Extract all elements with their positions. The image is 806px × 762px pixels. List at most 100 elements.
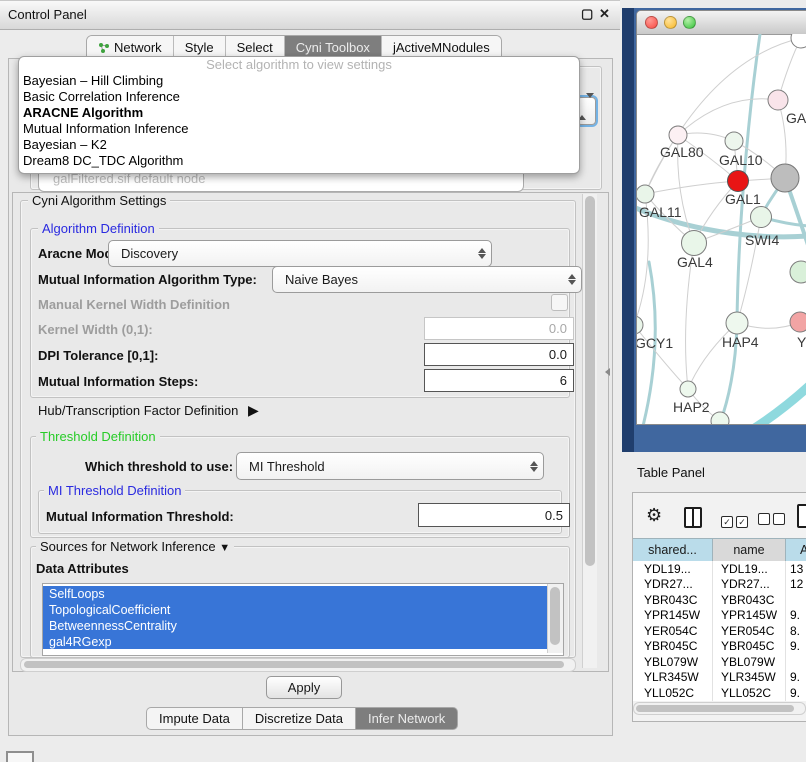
attributes-vscrollbar-thumb[interactable] (550, 587, 560, 645)
cell-value-partial: 9. (785, 670, 805, 684)
table-row[interactable]: YDR27...YDR27...12 (633, 577, 806, 593)
table-hscrollbar-thumb[interactable] (636, 705, 794, 712)
node-salmon[interactable] (790, 312, 806, 332)
dpi-tolerance-label: DPI Tolerance [0,1]: (38, 348, 158, 363)
table-row[interactable]: YLL052CYLL052C9. (633, 685, 806, 701)
node-gal4[interactable] (682, 231, 707, 256)
network-canvas[interactable]: GAL GAL80 GAL10 GAL1 GAL11 SWI4 GAL4 GCY… (637, 34, 806, 424)
cyni-settings-group-title: Cyni Algorithm Settings (28, 193, 170, 208)
aracne-mode-combo[interactable]: Discovery (108, 240, 492, 267)
node-gal80[interactable] (669, 126, 687, 144)
algorithm-option[interactable]: Mutual Information Inference (19, 121, 579, 137)
select-all-checks-icon[interactable]: ✓✓ (721, 512, 751, 530)
bottom-tabs: Impute Data Discretize Data Infer Networ… (146, 707, 458, 730)
column-header-shared-name[interactable]: shared... (633, 538, 713, 562)
node-label: GAL10 (719, 152, 763, 168)
cell-shared-name: YLL052C (633, 686, 712, 700)
gear-icon[interactable]: ⚙ (646, 505, 662, 526)
node-partial-top[interactable] (791, 34, 806, 48)
algorithm-popup-placeholder: Select algorithm to view settings (19, 57, 579, 73)
kernel-width-field[interactable]: 0.0 (424, 317, 574, 340)
column-header-partial[interactable]: A (786, 538, 806, 562)
minimize-traffic-light[interactable] (664, 16, 677, 29)
node-gray-hub[interactable] (771, 164, 799, 192)
hub-definition-toggle[interactable]: Hub/Transcription Factor Definition ▶ (38, 402, 259, 419)
which-threshold-combo[interactable]: MI Threshold (236, 452, 544, 480)
expand-arrow-icon: ▶ (242, 402, 259, 418)
table-row[interactable]: YBR045CYBR045C9. (633, 639, 806, 655)
network-window-titlebar[interactable] (637, 11, 806, 35)
mi-threshold-field[interactable]: 0.5 (418, 503, 570, 527)
attribute-item-selected[interactable]: TopologicalCoefficient (43, 602, 547, 618)
attribute-item-selected[interactable]: BetweennessCentrality (43, 618, 547, 634)
table-row[interactable]: YBL079WYBL079W (633, 654, 806, 670)
cell-name: YBR043C (712, 593, 785, 607)
node-partial-bottom[interactable] (711, 412, 729, 424)
node-label: HAP4 (722, 334, 759, 350)
cell-value-partial: 9. (785, 639, 805, 653)
network-icon (98, 42, 110, 54)
node-gal10[interactable] (725, 132, 743, 150)
attribute-item-selected[interactable]: gal4RGexp (43, 634, 547, 649)
apply-button[interactable]: Apply (266, 676, 342, 699)
mi-threshold-group-title: MI Threshold Definition (44, 483, 185, 498)
attribute-item-selected[interactable]: SelfLoops (43, 586, 547, 602)
tab-impute-data[interactable]: Impute Data (146, 707, 242, 730)
cell-shared-name: YBL079W (633, 655, 712, 669)
algorithm-option[interactable]: Bayesian – Hill Climbing (19, 73, 579, 89)
manual-kernel-width-checkbox[interactable] (551, 294, 568, 311)
data-attributes-list: SelfLoops TopologicalCoefficient Between… (42, 583, 564, 656)
screen: Control Panel ▢ ✕ Network Style Select C… (0, 0, 806, 762)
node-hap2[interactable] (680, 381, 696, 397)
close-panel-icon[interactable]: ✕ (599, 6, 610, 22)
settings-vscrollbar[interactable] (582, 194, 597, 668)
node-swi4[interactable] (751, 207, 772, 228)
cell-value-partial: 12 (785, 577, 805, 591)
table-hscrollbar[interactable] (633, 702, 806, 715)
table-row[interactable]: YLR345WYLR345W9. (633, 670, 806, 686)
mi-algorithm-type-combo[interactable]: Naive Bayes (272, 266, 582, 293)
close-traffic-light[interactable] (645, 16, 658, 29)
cell-name: YBL079W (712, 655, 785, 669)
mi-algorithm-type-label: Mutual Information Algorithm Type: (38, 272, 257, 287)
algorithm-option[interactable]: Dream8 DC_TDC Algorithm (19, 153, 579, 169)
data-attributes-label: Data Attributes (36, 561, 129, 576)
tab-infer-network[interactable]: Infer Network (355, 707, 458, 730)
algorithm-option-selected[interactable]: ARACNE Algorithm (19, 105, 579, 121)
column-header-name[interactable]: name (713, 538, 786, 562)
settings-hscrollbar-thumb[interactable] (24, 661, 564, 668)
node-gal-pink[interactable] (768, 90, 788, 110)
node-label: SWI4 (745, 232, 779, 248)
cell-name: YDR27... (712, 577, 785, 591)
cell-shared-name: YBR045C (633, 639, 712, 653)
zoom-traffic-light[interactable] (683, 16, 696, 29)
splitter-arrow-icon[interactable] (605, 368, 610, 376)
cell-shared-name: YLR345W (633, 670, 712, 684)
dpi-tolerance-field[interactable]: 0.0 (424, 343, 574, 366)
collapse-arrow-icon: ▼ (219, 542, 230, 554)
tab-discretize-data[interactable]: Discretize Data (242, 707, 355, 730)
attributes-vscrollbar[interactable] (547, 584, 563, 653)
new-table-partial-icon[interactable] (797, 504, 806, 528)
sources-group-title[interactable]: Sources for Network Inference ▼ (36, 539, 234, 554)
node-gal11[interactable] (637, 185, 654, 203)
settings-hscrollbar[interactable] (20, 658, 576, 672)
table-row[interactable]: YER054CYER054C8. (633, 623, 806, 639)
node-hap4[interactable] (726, 312, 748, 334)
bottom-left-partial-icon[interactable] (6, 751, 34, 762)
column-browser-icon[interactable] (684, 507, 702, 528)
table-row[interactable]: YBR043CYBR043C (633, 592, 806, 608)
deselect-all-checks-icon[interactable] (758, 512, 788, 530)
float-panel-icon[interactable]: ▢ (581, 6, 593, 22)
algorithm-option[interactable]: Bayesian – K2 (19, 137, 579, 153)
mi-steps-field[interactable]: 6 (424, 369, 574, 392)
node-gal1-selected[interactable] (728, 171, 749, 192)
node-gcy1[interactable] (637, 316, 643, 334)
table-row[interactable]: YPR145WYPR145W9. (633, 608, 806, 624)
algorithm-option[interactable]: Basic Correlation Inference (19, 89, 579, 105)
table-row[interactable]: YDL19...YDL19...13 (633, 561, 806, 577)
settings-vscrollbar-thumb[interactable] (585, 196, 595, 566)
node-green-right[interactable] (790, 261, 806, 283)
cell-shared-name: YPR145W (633, 608, 712, 622)
cell-name: YLL052C (712, 686, 785, 700)
